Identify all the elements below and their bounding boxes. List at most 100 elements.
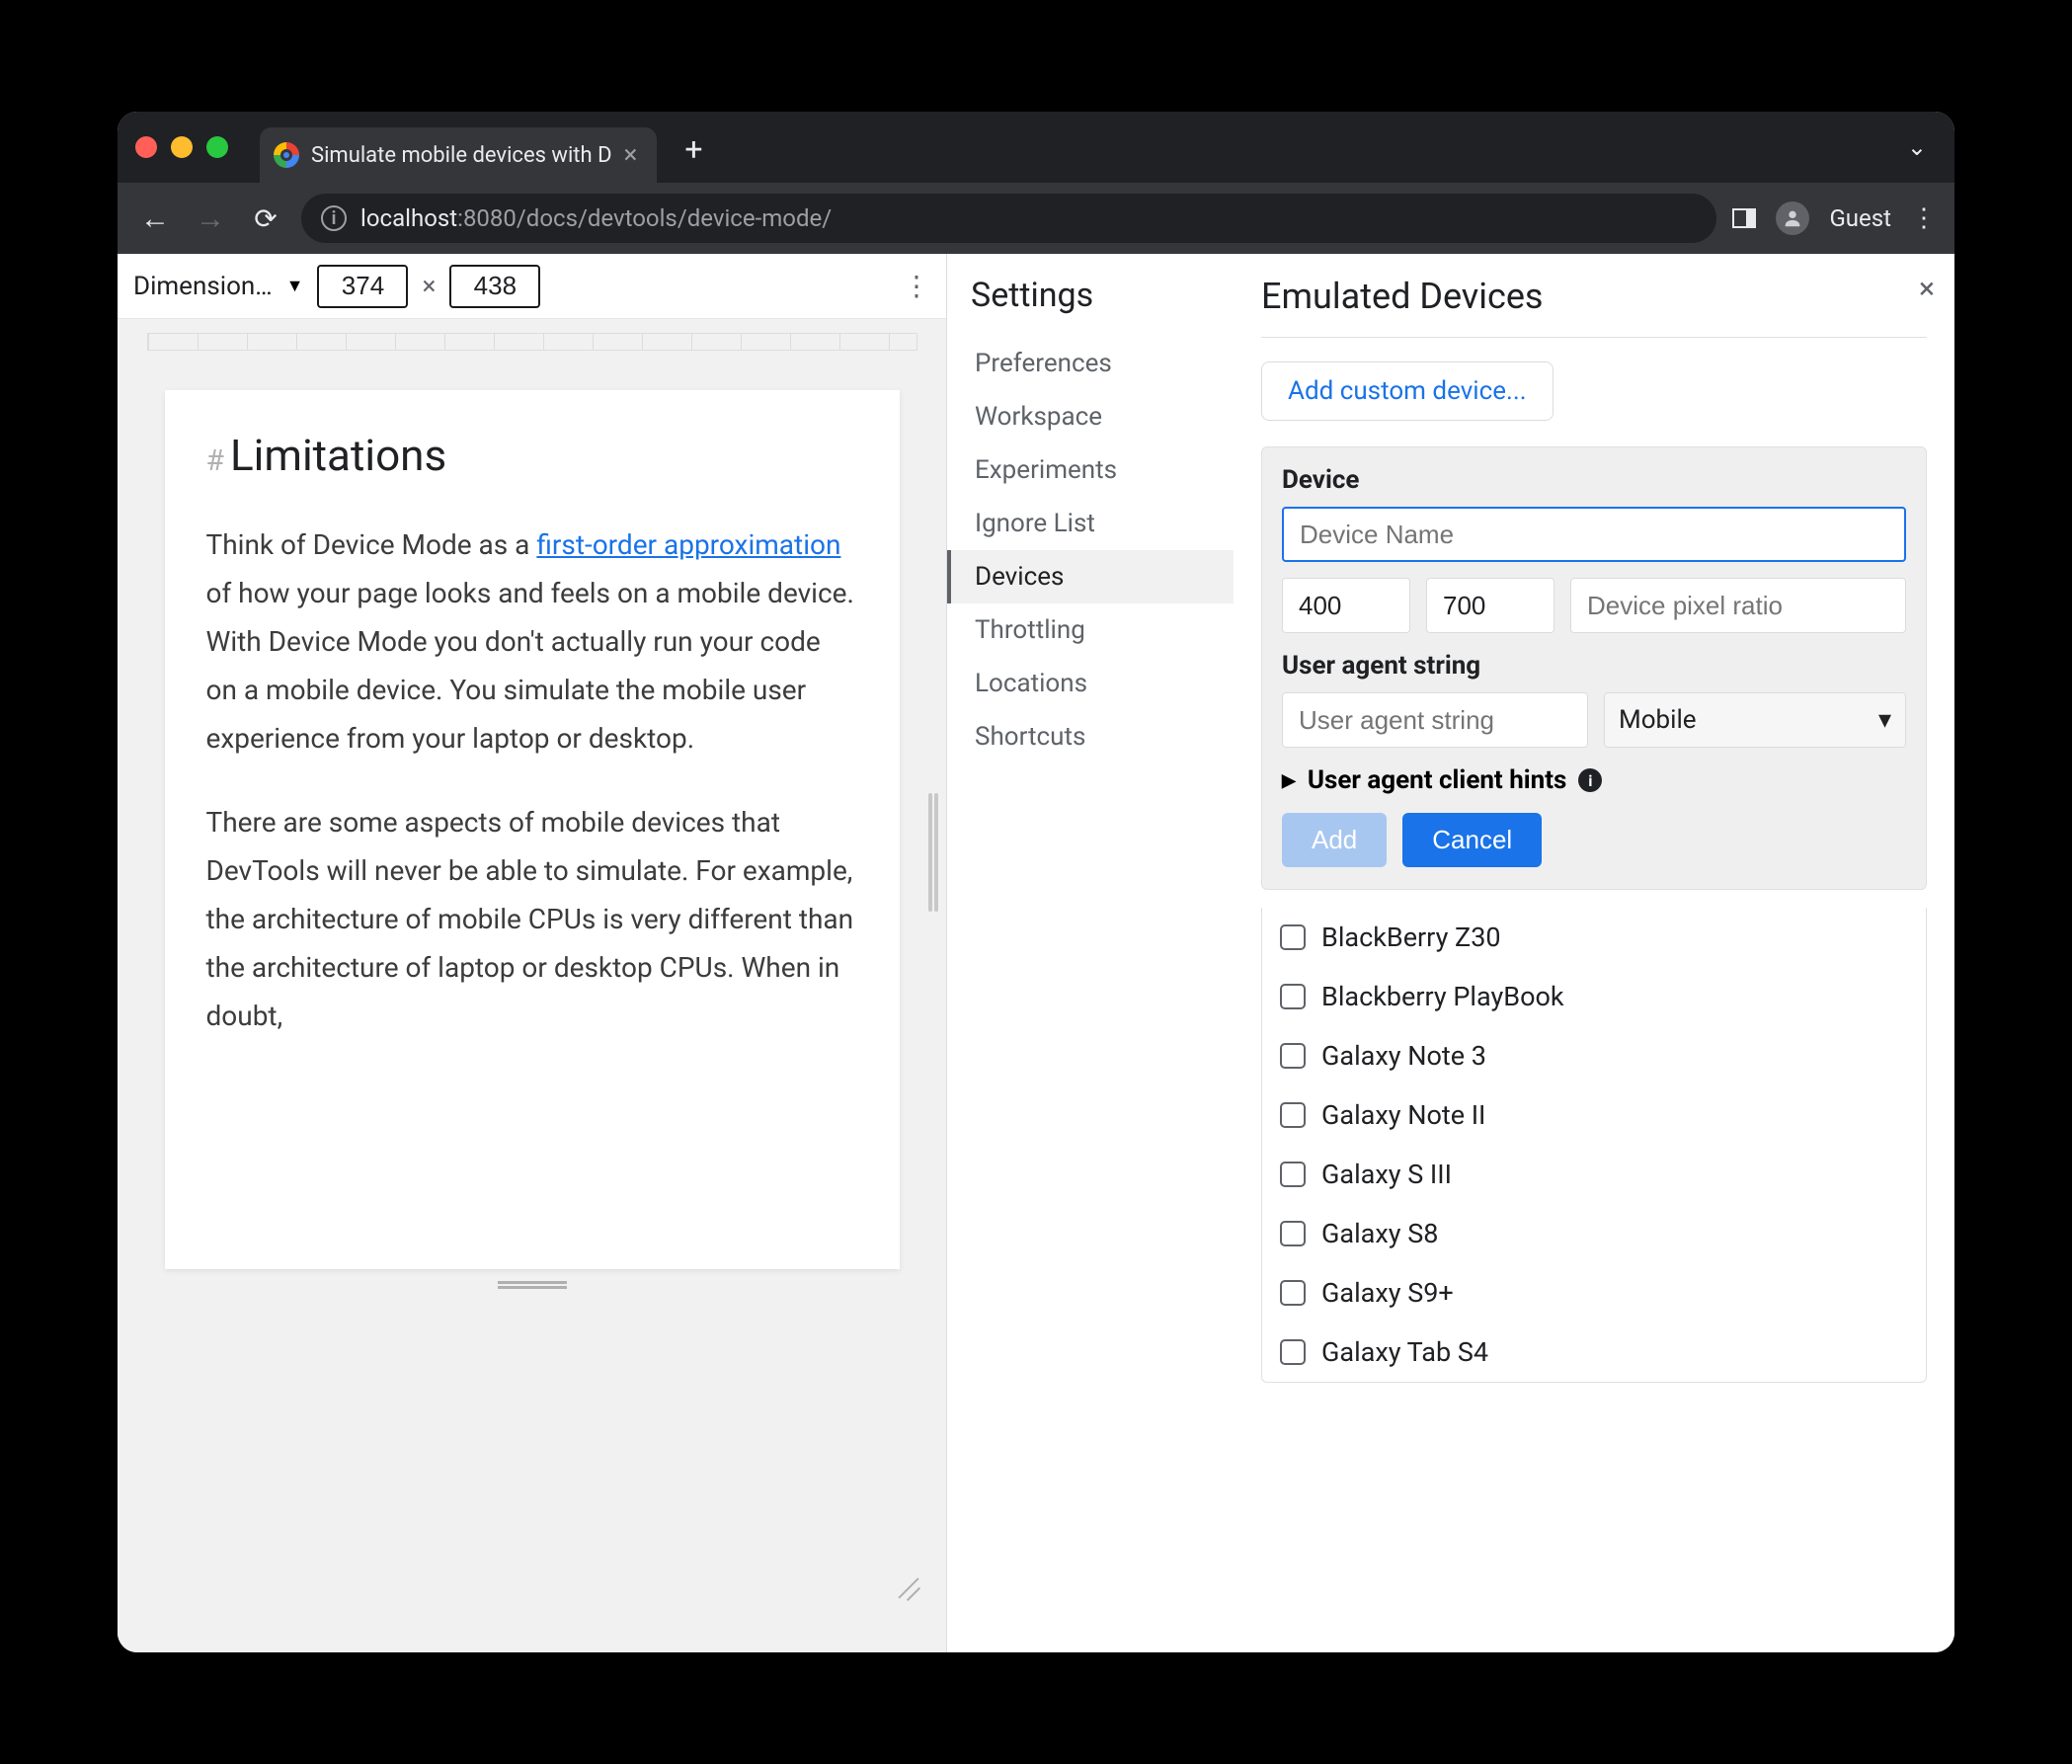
minimize-window-button[interactable] <box>171 136 193 158</box>
close-settings-icon[interactable]: × <box>1919 272 1935 306</box>
device-checkbox[interactable] <box>1280 1162 1306 1187</box>
devtools-settings-pane: Settings PreferencesWorkspaceExperiments… <box>947 254 1954 1652</box>
emulated-viewport[interactable]: #Limitations Think of Device Mode as a f… <box>165 390 900 1269</box>
times-separator: × <box>422 272 436 301</box>
device-width-input[interactable] <box>1282 578 1410 633</box>
profile-label: Guest <box>1829 204 1891 232</box>
settings-item-throttling[interactable]: Throttling <box>947 603 1234 657</box>
device-row[interactable]: Galaxy S III <box>1262 1145 1926 1204</box>
select-value: Mobile <box>1619 705 1697 735</box>
tabs-overflow-chevron-icon[interactable]: ⌄ <box>1907 133 1937 161</box>
device-mode-pane: Dimension… ▼ × ⋮ #Limitations Think of D… <box>118 254 947 1652</box>
device-row[interactable]: Blackberry PlayBook <box>1262 967 1926 1026</box>
device-checkbox[interactable] <box>1280 924 1306 950</box>
device-row[interactable]: Galaxy S8 <box>1262 1204 1926 1263</box>
device-checkbox[interactable] <box>1280 1339 1306 1365</box>
device-label: Galaxy S III <box>1321 1159 1452 1190</box>
device-label: Blackberry PlayBook <box>1321 981 1564 1012</box>
tab-title: Simulate mobile devices with D <box>311 143 612 168</box>
site-info-icon[interactable]: i <box>321 205 347 231</box>
chrome-favicon-icon <box>274 142 299 168</box>
viewport-resize-handle-bottom[interactable] <box>498 1281 567 1289</box>
dropdown-caret-icon[interactable]: ▼ <box>286 276 304 296</box>
address-bar: ← → ⟳ i localhost:8080/docs/devtools/dev… <box>118 183 1954 254</box>
disclosure-triangle-icon: ▶ <box>1282 770 1296 791</box>
page-paragraph-2: There are some aspects of mobile devices… <box>206 798 858 1040</box>
settings-title: Settings <box>971 276 1234 315</box>
page-heading: #Limitations <box>206 430 858 481</box>
device-row[interactable]: BlackBerry Z30 <box>1262 908 1926 967</box>
device-row[interactable]: Galaxy Note 3 <box>1262 1026 1926 1085</box>
device-label: Galaxy S8 <box>1321 1218 1438 1249</box>
ua-section-label: User agent string <box>1282 651 1906 681</box>
content-area: Dimension… ▼ × ⋮ #Limitations Think of D… <box>118 254 1954 1652</box>
titlebar: Simulate mobile devices with D × + ⌄ <box>118 112 1954 183</box>
device-row[interactable]: Galaxy Note II <box>1262 1085 1926 1145</box>
device-checkbox[interactable] <box>1280 984 1306 1009</box>
add-custom-device-button[interactable]: Add custom device... <box>1261 361 1554 421</box>
settings-item-preferences[interactable]: Preferences <box>947 337 1234 390</box>
browser-tab[interactable]: Simulate mobile devices with D × <box>260 127 657 183</box>
device-name-input[interactable] <box>1282 507 1906 562</box>
device-checkbox[interactable] <box>1280 1280 1306 1306</box>
profile-avatar-icon[interactable] <box>1776 201 1809 235</box>
settings-item-devices[interactable]: Devices <box>947 550 1234 603</box>
info-icon[interactable]: i <box>1578 768 1602 792</box>
viewport-resize-handle-right[interactable] <box>928 793 938 912</box>
omnibox[interactable]: i localhost:8080/docs/devtools/device-mo… <box>301 194 1716 243</box>
settings-item-ignore-list[interactable]: Ignore List <box>947 497 1234 550</box>
chevron-down-icon: ▾ <box>1878 705 1891 735</box>
settings-item-locations[interactable]: Locations <box>947 657 1234 710</box>
viewport-width-input[interactable] <box>317 265 408 308</box>
settings-item-experiments[interactable]: Experiments <box>947 443 1234 497</box>
device-label: Galaxy Note 3 <box>1321 1040 1486 1072</box>
user-agent-input[interactable] <box>1282 692 1588 748</box>
browser-window: Simulate mobile devices with D × + ⌄ ← →… <box>118 112 1954 1652</box>
device-list: BlackBerry Z30 Blackberry PlayBook Galaxy … <box>1261 908 1927 1383</box>
first-order-approximation-link[interactable]: first-order approximation <box>536 528 840 561</box>
dimensions-dropdown[interactable]: Dimension… <box>133 272 273 301</box>
ua-client-hints-toggle[interactable]: ▶ User agent client hints i <box>1282 765 1906 795</box>
device-toolbar: Dimension… ▼ × ⋮ <box>118 254 946 319</box>
device-row[interactable]: Galaxy Tab S4 <box>1262 1323 1926 1382</box>
device-checkbox[interactable] <box>1280 1221 1306 1246</box>
new-tab-button[interactable]: + <box>671 130 716 168</box>
toolbar-right: Guest ⋮ <box>1732 201 1937 235</box>
close-window-button[interactable] <box>135 136 157 158</box>
device-checkbox[interactable] <box>1280 1043 1306 1069</box>
user-agent-type-select[interactable]: Mobile ▾ <box>1604 692 1906 748</box>
add-device-button[interactable]: Add <box>1282 813 1387 867</box>
page-paragraph-1: Think of Device Mode as a first-order ap… <box>206 521 858 762</box>
settings-item-shortcuts[interactable]: Shortcuts <box>947 710 1234 763</box>
settings-sidebar: Settings PreferencesWorkspaceExperiments… <box>947 254 1234 1652</box>
device-row[interactable]: Galaxy S9+ <box>1262 1263 1926 1323</box>
emulated-devices-title: Emulated Devices <box>1261 276 1927 317</box>
device-checkbox[interactable] <box>1280 1102 1306 1128</box>
divider <box>1261 337 1927 338</box>
viewport-height-input[interactable] <box>449 265 540 308</box>
device-label: BlackBerry Z30 <box>1321 922 1501 953</box>
maximize-window-button[interactable] <box>206 136 228 158</box>
width-ruler[interactable] <box>147 333 917 351</box>
device-pixel-ratio-input[interactable] <box>1570 578 1906 633</box>
close-tab-icon[interactable]: × <box>624 142 638 168</box>
browser-menu-icon[interactable]: ⋮ <box>1911 203 1937 233</box>
custom-device-form: Device User agent string Mobile ▾ <box>1261 446 1927 890</box>
resize-corner-icon[interactable] <box>897 1573 920 1597</box>
device-label: Galaxy Note II <box>1321 1099 1485 1131</box>
cancel-device-button[interactable]: Cancel <box>1402 813 1542 867</box>
viewport-holder: #Limitations Think of Device Mode as a f… <box>118 319 946 1652</box>
settings-item-workspace[interactable]: Workspace <box>947 390 1234 443</box>
ua-client-hints-label: User agent client hints <box>1308 765 1567 795</box>
reload-button[interactable]: ⟳ <box>246 202 285 235</box>
anchor-hash-icon[interactable]: # <box>206 443 224 478</box>
forward-button[interactable]: → <box>191 201 230 236</box>
device-height-input[interactable] <box>1426 578 1554 633</box>
device-section-label: Device <box>1282 465 1906 495</box>
window-controls <box>135 136 228 158</box>
device-label: Galaxy Tab S4 <box>1321 1336 1488 1368</box>
device-label: Galaxy S9+ <box>1321 1277 1454 1309</box>
back-button[interactable]: ← <box>135 201 175 236</box>
side-panel-icon[interactable] <box>1732 208 1756 228</box>
device-toolbar-menu-icon[interactable]: ⋮ <box>903 270 930 302</box>
